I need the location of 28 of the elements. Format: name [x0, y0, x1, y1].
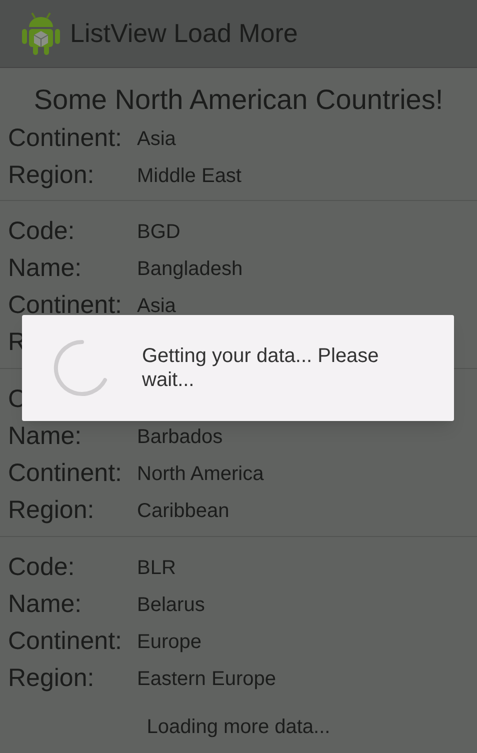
dialog-message: Getting your data... Please wait...: [142, 344, 380, 392]
field-label: Name:: [8, 256, 83, 281]
field-value: BLR: [137, 558, 176, 578]
field-label: Continent:: [8, 461, 123, 486]
field-label: Region:: [8, 666, 96, 691]
field-value: Asia: [137, 128, 176, 148]
list-header: Some North American Countries!: [34, 84, 444, 116]
field-label: Code:: [8, 555, 76, 580]
field-label: Continent:: [8, 126, 123, 151]
field-value: Asia: [137, 296, 176, 316]
field-label: Continent:: [8, 629, 123, 654]
field-value: North America: [137, 464, 264, 484]
field-value: BGD: [137, 222, 180, 242]
field-value: Eastern Europe: [137, 668, 276, 688]
field-value: Middle East: [137, 166, 242, 186]
field-label: Region:: [8, 498, 96, 523]
field-label: Name:: [8, 424, 83, 449]
field-value: Belarus: [137, 594, 205, 614]
field-value: Barbados: [137, 426, 223, 446]
field-label: Code:: [8, 219, 76, 244]
loading-footer: Loading more data...: [146, 712, 330, 742]
field-label: Continent:: [8, 293, 123, 318]
field-label: Name:: [8, 592, 83, 617]
field-value: Bangladesh: [137, 258, 243, 278]
field-value: Europe: [137, 632, 202, 652]
field-value: Caribbean: [137, 500, 230, 520]
field-label: Region:: [8, 163, 96, 188]
android-robot-icon: [20, 10, 62, 56]
